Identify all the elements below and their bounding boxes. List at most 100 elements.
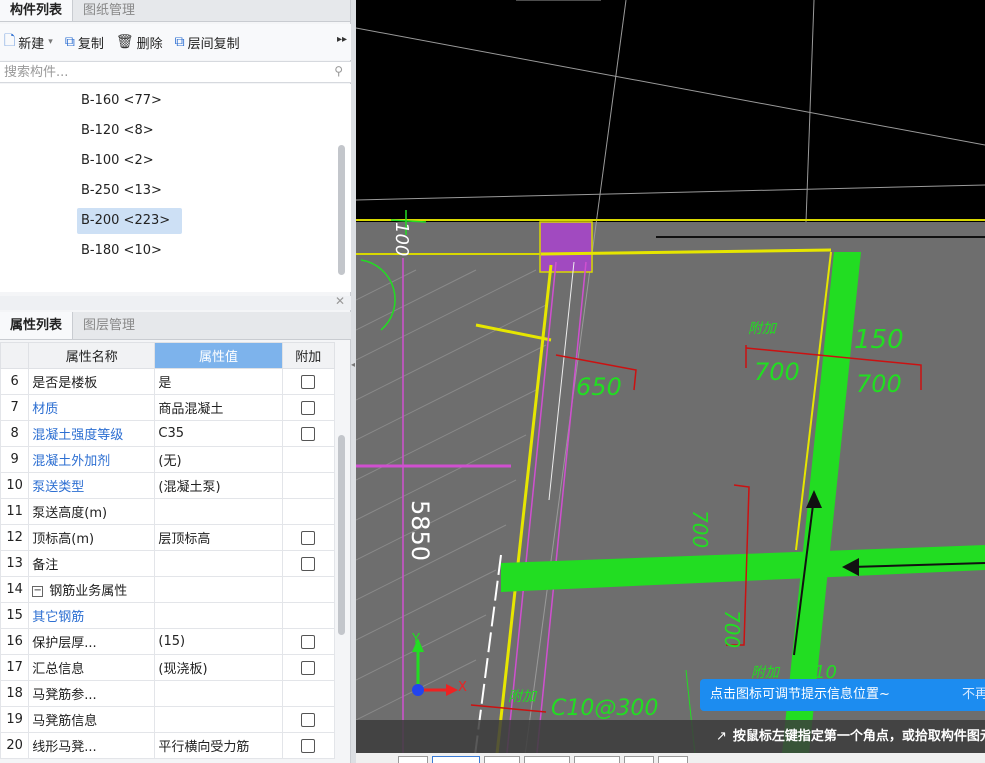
- list-item-selected[interactable]: B-200 <223>: [77, 208, 182, 234]
- extra-checkbox[interactable]: [301, 712, 316, 727]
- copy-icon: ⧉: [64, 34, 75, 50]
- row-number: 17: [0, 654, 30, 681]
- table-row[interactable]: 19 马凳筋信息: [0, 706, 336, 733]
- chevron-down-icon[interactable]: ▾: [48, 37, 53, 47]
- table-row[interactable]: 6 是否是楼板 是: [0, 368, 336, 395]
- property-value[interactable]: (15): [154, 628, 283, 655]
- search-icon[interactable]: ⚲: [334, 64, 343, 78]
- table-row[interactable]: 14 − 钢筋业务属性: [0, 576, 336, 603]
- table-row[interactable]: 20 线形马凳... 平行横向受力筋: [0, 732, 336, 759]
- property-value[interactable]: [154, 706, 283, 733]
- list-item[interactable]: B-160 <77>: [77, 88, 182, 114]
- drawing-canvas[interactable]: 100 650 700 700 附加 150 700 700 5850 附加 1…: [356, 0, 985, 763]
- component-tabbar: 构件列表 图纸管理: [0, 0, 350, 22]
- mini-toolbar-button[interactable]: [398, 756, 428, 763]
- property-name: 保护层厚...: [28, 628, 156, 655]
- component-search: ⚲: [0, 61, 351, 83]
- list-item[interactable]: B-250 <13>: [77, 178, 182, 204]
- property-value[interactable]: [154, 680, 283, 707]
- close-icon[interactable]: ✕: [335, 294, 345, 308]
- table-row[interactable]: 15 其它钢筋: [0, 602, 336, 629]
- mini-toolbar-button[interactable]: [574, 756, 620, 763]
- extra-cell: [281, 472, 336, 499]
- rebar-label: 附加: [748, 321, 776, 337]
- property-name: 混凝土强度等级: [28, 420, 156, 447]
- row-number: 18: [0, 680, 30, 707]
- table-row[interactable]: 18 马凳筋参...: [0, 680, 336, 707]
- extra-cell: [281, 602, 336, 629]
- property-value[interactable]: [154, 498, 283, 525]
- more-icon[interactable]: ▸▸: [337, 34, 347, 45]
- extra-checkbox[interactable]: [301, 660, 316, 675]
- mini-toolbar-button[interactable]: [524, 756, 570, 763]
- row-number: 9: [0, 446, 30, 473]
- extra-checkbox[interactable]: [301, 738, 316, 753]
- property-value[interactable]: 平行横向受力筋: [154, 732, 283, 759]
- extra-cell: [281, 420, 336, 447]
- extra-checkbox[interactable]: [301, 426, 316, 441]
- table-row[interactable]: 12 顶标高(m) 层顶标高: [0, 524, 336, 551]
- extra-checkbox[interactable]: [301, 634, 316, 649]
- extra-cell: [281, 446, 336, 473]
- table-row[interactable]: 13 备注: [0, 550, 336, 577]
- extra-checkbox[interactable]: [301, 400, 316, 415]
- mini-toolbar-button[interactable]: [624, 756, 654, 763]
- table-row[interactable]: 16 保护层厚... (15): [0, 628, 336, 655]
- property-tabbar: 属性列表 图层管理: [0, 312, 351, 340]
- property-value[interactable]: 层顶标高: [154, 524, 283, 551]
- table-row[interactable]: 17 汇总信息 (现浇板): [0, 654, 336, 681]
- delete-button[interactable]: 🗑 删除: [116, 33, 163, 52]
- component-list: B-160 <77> B-120 <8> B-100 <2> B-250 <13…: [0, 84, 351, 292]
- dimension-label: 700: [856, 370, 902, 398]
- property-value[interactable]: C35: [154, 420, 283, 447]
- extra-checkbox[interactable]: [301, 530, 316, 545]
- property-table-scrollbar[interactable]: [338, 435, 345, 635]
- property-value[interactable]: 是: [154, 368, 283, 395]
- extra-cell: [281, 654, 336, 681]
- extra-checkbox[interactable]: [301, 374, 316, 389]
- list-item[interactable]: B-100 <2>: [77, 148, 182, 174]
- copy-button[interactable]: ⧉ 复制: [65, 33, 104, 52]
- mini-toolbar-button[interactable]: [658, 756, 688, 763]
- component-list-scrollbar[interactable]: [338, 145, 345, 275]
- tab-component-list[interactable]: 构件列表: [0, 0, 74, 21]
- extra-checkbox[interactable]: [301, 556, 316, 571]
- collapse-icon[interactable]: −: [32, 586, 44, 597]
- dimension-label: 150: [854, 325, 904, 355]
- tab-property-list[interactable]: 属性列表: [0, 312, 74, 339]
- table-row[interactable]: 9 混凝土外加剂 (无): [0, 446, 336, 473]
- new-label: 新建: [18, 36, 45, 52]
- app-window: 构件列表 图纸管理 🗋 新建 ▾ ⧉ 复制 🗑 删除 ⧉ 层间复制 ▸▸ 搜索构…: [0, 0, 985, 763]
- toast-dismiss-link[interactable]: 不再: [962, 679, 985, 711]
- table-row[interactable]: 7 材质 商品混凝土: [0, 394, 336, 421]
- dimension-label: 650: [576, 373, 622, 401]
- property-value[interactable]: (无): [154, 446, 283, 473]
- search-input[interactable]: [0, 62, 310, 82]
- mini-toolbar-button[interactable]: [484, 756, 520, 763]
- property-value[interactable]: (现浇板): [154, 654, 283, 681]
- property-value[interactable]: 商品混凝土: [154, 394, 283, 421]
- header-extra: 附加: [281, 342, 336, 369]
- tab-drawing-management[interactable]: 图纸管理: [73, 0, 145, 21]
- property-value[interactable]: [154, 550, 283, 577]
- mini-toolbar-button[interactable]: [432, 756, 480, 763]
- tab-layer-management[interactable]: 图层管理: [73, 312, 145, 339]
- table-row[interactable]: 10 泵送类型 (混凝土泵): [0, 472, 336, 499]
- dimension-label: 5850: [406, 500, 434, 562]
- column: [539, 221, 593, 273]
- hint-toast[interactable]: 点击图标可调节提示信息位置~ 不再: [700, 679, 985, 711]
- property-table: 属性名称 属性值 附加 6 是否是楼板 是 7 材质 商品混凝土 8 混凝土强度…: [0, 342, 336, 759]
- table-row[interactable]: 11 泵送高度(m): [0, 498, 336, 525]
- property-name: 材质: [28, 394, 156, 421]
- row-number: 10: [0, 472, 30, 499]
- table-row[interactable]: 8 混凝土强度等级 C35: [0, 420, 336, 447]
- toast-text: 点击图标可调节提示信息位置~: [710, 687, 890, 702]
- property-value[interactable]: [154, 602, 283, 629]
- property-value[interactable]: (混凝土泵): [154, 472, 283, 499]
- list-item[interactable]: B-180 <10>: [77, 238, 182, 264]
- list-item[interactable]: B-120 <8>: [77, 118, 182, 144]
- property-name: 线形马凳...: [28, 732, 156, 759]
- floor-copy-button[interactable]: ⧉ 层间复制: [175, 33, 240, 52]
- new-button[interactable]: 🗋 新建 ▾: [4, 30, 53, 54]
- header-num: [0, 342, 30, 369]
